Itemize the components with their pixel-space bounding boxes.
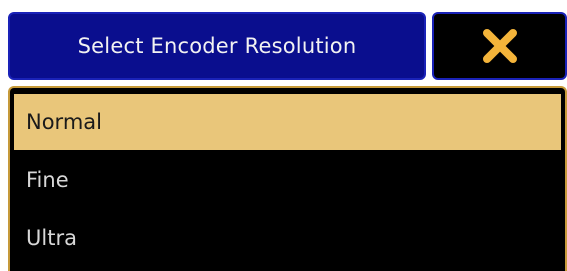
close-icon [480, 26, 520, 66]
option-label: Normal [26, 110, 102, 134]
resolution-options-list: Normal Fine Ultra [8, 86, 567, 271]
option-normal[interactable]: Normal [14, 94, 561, 150]
option-label: Ultra [26, 226, 77, 250]
option-fine[interactable]: Fine [14, 152, 561, 208]
close-button[interactable] [432, 12, 567, 80]
dialog-title-bar: Select Encoder Resolution [8, 12, 426, 80]
dialog-title: Select Encoder Resolution [77, 34, 357, 58]
option-ultra[interactable]: Ultra [14, 210, 561, 266]
option-label: Fine [26, 168, 69, 192]
